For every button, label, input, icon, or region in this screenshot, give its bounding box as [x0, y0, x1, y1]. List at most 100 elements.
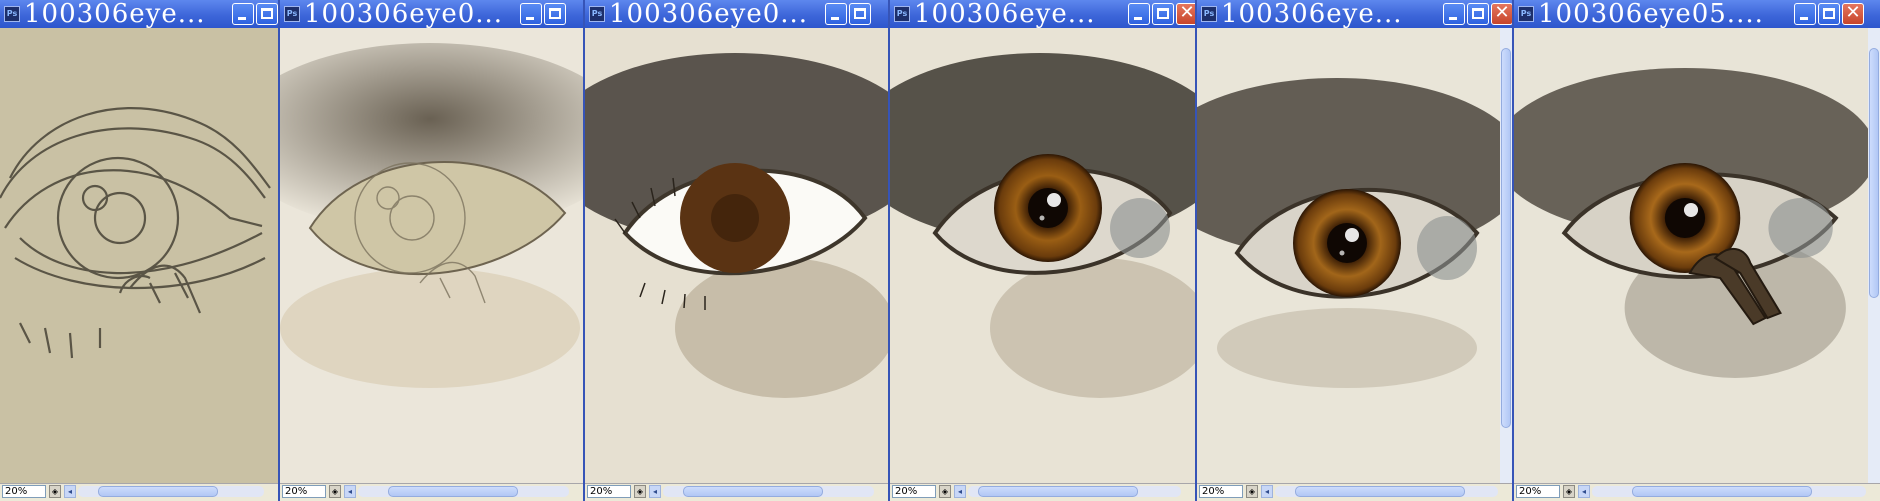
scroll-thumb[interactable]	[388, 486, 518, 497]
image-canvas[interactable]	[890, 28, 1195, 484]
scroll-left-arrow[interactable]: ◂	[64, 485, 76, 498]
image-canvas[interactable]	[280, 28, 583, 484]
title-bar[interactable]: Ps 100306eye...	[0, 0, 278, 28]
minimize-icon	[238, 17, 246, 20]
document-window-1[interactable]: Ps 100306eye... 20% ◈ ◂	[0, 0, 280, 501]
maximize-button[interactable]	[544, 3, 566, 25]
window-title: 100306eye...	[24, 0, 206, 29]
navigator-button[interactable]: ◈	[49, 485, 61, 498]
title-bar[interactable]: Ps 100306eye0...	[585, 0, 888, 28]
horizontal-scrollbar[interactable]	[663, 486, 874, 497]
vertical-scrollbar[interactable]	[1500, 28, 1512, 484]
scroll-thumb[interactable]	[978, 486, 1138, 497]
image-canvas[interactable]	[0, 28, 278, 484]
maximize-icon	[549, 8, 561, 19]
navigator-button[interactable]: ◈	[329, 485, 341, 498]
maximize-icon	[1823, 8, 1835, 19]
horizontal-scrollbar[interactable]	[968, 486, 1181, 497]
minimize-icon	[526, 17, 534, 20]
document-window-3[interactable]: Ps 100306eye0... 20% ◈ ◂	[585, 0, 890, 501]
window-title: 100306eye...	[914, 0, 1096, 29]
close-icon: ✕	[1494, 2, 1510, 23]
minimize-button[interactable]	[1443, 3, 1465, 25]
maximize-button[interactable]	[849, 3, 871, 25]
eye-painting-image	[890, 53, 1195, 398]
ps-document-icon: Ps	[4, 6, 20, 22]
eye-sketch-image	[0, 107, 271, 359]
scroll-thumb[interactable]	[1632, 486, 1812, 497]
maximize-button[interactable]	[1818, 3, 1840, 25]
scroll-thumb[interactable]	[1501, 48, 1511, 428]
eye-painting-image	[1197, 78, 1500, 388]
zoom-field[interactable]: 20%	[587, 485, 631, 498]
title-bar[interactable]: Ps 100306eye... ✕	[890, 0, 1195, 28]
navigator-button[interactable]: ◈	[1563, 485, 1575, 498]
vertical-scrollbar[interactable]	[1868, 28, 1880, 484]
horizontal-scrollbar[interactable]	[78, 486, 264, 497]
ps-document-icon: Ps	[1518, 6, 1534, 22]
zoom-field[interactable]: 20%	[892, 485, 936, 498]
scroll-left-arrow[interactable]: ◂	[344, 485, 356, 498]
minimize-icon	[831, 17, 839, 20]
zoom-field[interactable]: 20%	[282, 485, 326, 498]
close-button[interactable]: ✕	[1842, 3, 1864, 25]
close-icon: ✕	[1179, 2, 1195, 23]
maximize-icon	[261, 8, 273, 19]
horizontal-scrollbar[interactable]	[358, 486, 569, 497]
title-bar[interactable]: Ps 100306eye0...	[280, 0, 583, 28]
eye-painting-image	[1514, 68, 1868, 378]
zoom-field[interactable]: 20%	[1516, 485, 1560, 498]
minimize-icon	[1449, 17, 1457, 20]
zoom-field[interactable]: 20%	[2, 485, 46, 498]
zoom-field[interactable]: 20%	[1199, 485, 1243, 498]
minimize-button[interactable]	[520, 3, 542, 25]
image-canvas[interactable]	[1514, 28, 1868, 484]
ps-document-icon: Ps	[589, 6, 605, 22]
document-window-2[interactable]: Ps 100306eye0... 20% ◈ ◂	[280, 0, 585, 501]
navigator-button[interactable]: ◈	[1246, 485, 1258, 498]
horizontal-scrollbar[interactable]	[1275, 486, 1498, 497]
eye-painting-image	[280, 43, 583, 388]
minimize-button[interactable]	[1128, 3, 1150, 25]
scroll-thumb[interactable]	[1295, 486, 1465, 497]
status-bar: 20% ◈ ◂	[585, 483, 888, 501]
maximize-icon	[1472, 8, 1484, 19]
document-window-5[interactable]: Ps 100306eye... ✕ 20% ◈ ◂	[1197, 0, 1514, 501]
title-bar[interactable]: Ps 100306eye... ✕	[1197, 0, 1512, 28]
window-title: 100306eye...	[1221, 0, 1403, 29]
document-window-6[interactable]: Ps 100306eye05.... ✕ 20% ◈ ◂	[1514, 0, 1880, 501]
image-canvas[interactable]	[1197, 28, 1500, 484]
horizontal-scrollbar[interactable]	[1592, 486, 1866, 497]
scroll-left-arrow[interactable]: ◂	[1261, 485, 1273, 498]
window-title: 100306eye05....	[1538, 0, 1764, 29]
status-bar: 20% ◈ ◂	[1197, 483, 1512, 501]
window-title: 100306eye0...	[609, 0, 809, 29]
close-icon: ✕	[1845, 2, 1861, 23]
maximize-icon	[1157, 8, 1169, 19]
status-bar: 20% ◈ ◂	[280, 483, 583, 501]
minimize-button[interactable]	[825, 3, 847, 25]
navigator-button[interactable]: ◈	[634, 485, 646, 498]
image-canvas[interactable]	[585, 28, 888, 484]
minimize-button[interactable]	[1794, 3, 1816, 25]
navigator-button[interactable]: ◈	[939, 485, 951, 498]
scroll-thumb[interactable]	[98, 486, 218, 497]
maximize-button[interactable]	[1467, 3, 1489, 25]
scroll-left-arrow[interactable]: ◂	[1578, 485, 1590, 498]
status-bar: 20% ◈ ◂	[1514, 483, 1880, 501]
scroll-left-arrow[interactable]: ◂	[954, 485, 966, 498]
scroll-thumb[interactable]	[1869, 48, 1879, 298]
minimize-icon	[1800, 17, 1808, 20]
title-bar[interactable]: Ps 100306eye05.... ✕	[1514, 0, 1880, 28]
ps-document-icon: Ps	[1201, 6, 1217, 22]
scroll-thumb[interactable]	[683, 486, 823, 497]
close-button[interactable]: ✕	[1176, 2, 1195, 25]
status-bar: 20% ◈ ◂	[0, 483, 278, 501]
scroll-left-arrow[interactable]: ◂	[649, 485, 661, 498]
document-window-4[interactable]: Ps 100306eye... ✕ 20% ◈ ◂	[890, 0, 1197, 501]
minimize-icon	[1134, 17, 1142, 20]
maximize-button[interactable]	[1152, 3, 1174, 25]
close-button[interactable]: ✕	[1491, 2, 1512, 25]
maximize-button[interactable]	[256, 3, 278, 25]
minimize-button[interactable]	[232, 3, 254, 25]
